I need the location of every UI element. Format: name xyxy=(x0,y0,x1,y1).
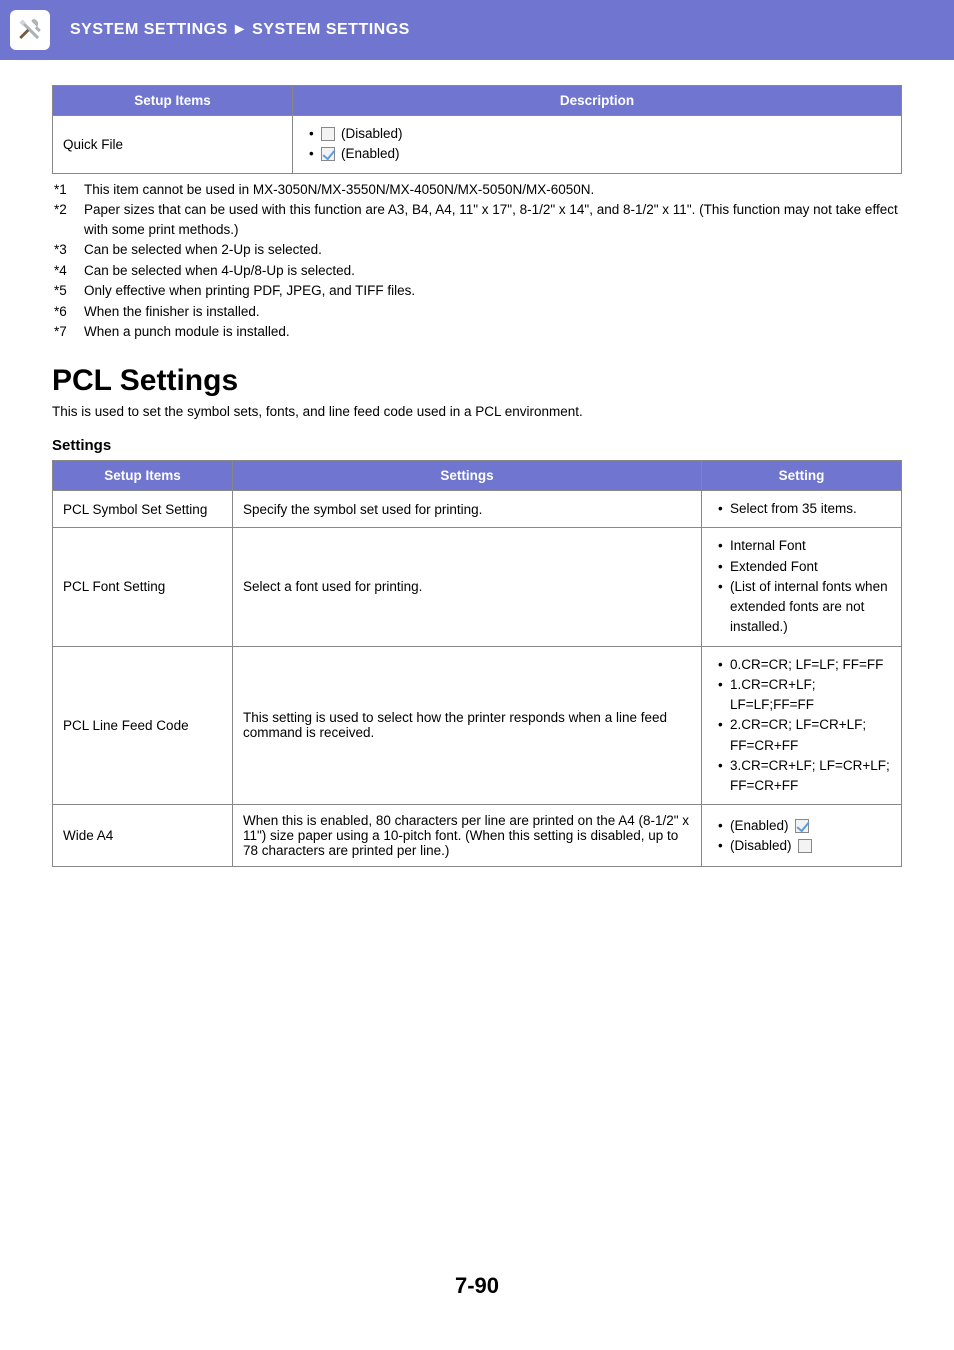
pcl-font-label: PCL Font Setting xyxy=(53,528,233,646)
pcl-settings-title: PCL Settings xyxy=(52,364,902,398)
option-enabled: (Enabled) xyxy=(718,816,891,836)
option-disabled: (Disabled) xyxy=(309,124,891,144)
pcl-settings-intro: This is used to set the symbol sets, fon… xyxy=(52,404,902,419)
breadcrumb: SYSTEM SETTINGS►SYSTEM SETTINGS xyxy=(70,21,410,39)
pcl-font-desc: Select a font used for printing. xyxy=(233,528,702,646)
setting-value: 2.CR=CR; LF=CR+LF; FF=CR+FF xyxy=(718,715,891,756)
tools-icon xyxy=(10,10,50,50)
breadcrumb-part-2: SYSTEM SETTINGS xyxy=(252,21,410,38)
col-description: Description xyxy=(293,86,902,116)
pcl-font-setting: Internal Font Extended Font (List of int… xyxy=(702,528,902,646)
wide-a4-setting: (Enabled) (Disabled) xyxy=(702,805,902,867)
col-settings: Settings xyxy=(233,461,702,491)
fn-marker: *1 xyxy=(54,180,74,200)
option-disabled-label: (Disabled) xyxy=(341,124,403,144)
fn-marker: *2 xyxy=(54,200,74,239)
wide-a4-desc: When this is enabled, 80 characters per … xyxy=(233,805,702,867)
fn-marker: *5 xyxy=(54,281,74,301)
quick-file-options: (Disabled) (Enabled) xyxy=(293,116,902,174)
option-enabled-label: (Enabled) xyxy=(730,816,789,836)
table-row: Wide A4 When this is enabled, 80 charact… xyxy=(53,805,902,867)
wide-a4-label: Wide A4 xyxy=(53,805,233,867)
col-setting: Setting xyxy=(702,461,902,491)
header-bar: SYSTEM SETTINGS►SYSTEM SETTINGS xyxy=(0,0,954,60)
table-row: PCL Line Feed Code This setting is used … xyxy=(53,646,902,805)
option-disabled-label: (Disabled) xyxy=(730,836,792,856)
col-setup-items: Setup Items xyxy=(53,86,293,116)
option-disabled: (Disabled) xyxy=(718,836,891,856)
settings-subheading: Settings xyxy=(52,437,902,454)
setting-value: 1.CR=CR+LF; LF=LF;FF=FF xyxy=(718,675,891,716)
fn-marker: *4 xyxy=(54,261,74,281)
pcl-line-feed-label: PCL Line Feed Code xyxy=(53,646,233,805)
fn-marker: *7 xyxy=(54,322,74,342)
quick-file-label: Quick File xyxy=(53,116,293,174)
fn-text: Paper sizes that can be used with this f… xyxy=(84,200,902,239)
checkbox-checked-icon xyxy=(321,147,335,161)
option-enabled: (Enabled) xyxy=(309,144,891,164)
option-enabled-label: (Enabled) xyxy=(341,144,400,164)
quick-file-table: Setup Items Description Quick File (Disa… xyxy=(52,85,902,174)
fn-text: When the finisher is installed. xyxy=(84,302,260,322)
fn-text: Only effective when printing PDF, JPEG, … xyxy=(84,281,415,301)
page-content: Setup Items Description Quick File (Disa… xyxy=(0,60,954,893)
pcl-line-feed-desc: This setting is used to select how the p… xyxy=(233,646,702,805)
pcl-settings-table: Setup Items Settings Setting PCL Symbol … xyxy=(52,460,902,867)
table-row: Quick File (Disabled) (Enabled) xyxy=(53,116,902,174)
fn-marker: *6 xyxy=(54,302,74,322)
fn-text: Can be selected when 2-Up is selected. xyxy=(84,240,322,260)
pcl-symbol-set-setting: Select from 35 items. xyxy=(702,491,902,528)
setting-value: (List of internal fonts when extended fo… xyxy=(718,577,891,638)
checkbox-checked-icon xyxy=(795,819,809,833)
fn-text: Can be selected when 4-Up/8-Up is select… xyxy=(84,261,355,281)
breadcrumb-arrow-icon: ► xyxy=(232,21,248,39)
table-row: PCL Symbol Set Setting Specify the symbo… xyxy=(53,491,902,528)
checkbox-unchecked-icon xyxy=(798,839,812,853)
table-row: PCL Font Setting Select a font used for … xyxy=(53,528,902,646)
fn-text: This item cannot be used in MX-3050N/MX-… xyxy=(84,180,594,200)
breadcrumb-part-1: SYSTEM SETTINGS xyxy=(70,21,228,38)
fn-text: When a punch module is installed. xyxy=(84,322,290,342)
col-setup-items: Setup Items xyxy=(53,461,233,491)
setting-value: Select from 35 items. xyxy=(718,499,891,519)
setting-value: Internal Font xyxy=(718,536,891,556)
pcl-symbol-set-label: PCL Symbol Set Setting xyxy=(53,491,233,528)
fn-marker: *3 xyxy=(54,240,74,260)
setting-value: 3.CR=CR+LF; LF=CR+LF; FF=CR+FF xyxy=(718,756,891,797)
setting-value: 0.CR=CR; LF=LF; FF=FF xyxy=(718,655,891,675)
checkbox-unchecked-icon xyxy=(321,127,335,141)
footnotes: *1 This item cannot be used in MX-3050N/M… xyxy=(52,180,902,343)
pcl-symbol-set-desc: Specify the symbol set used for printing… xyxy=(233,491,702,528)
pcl-line-feed-setting: 0.CR=CR; LF=LF; FF=FF 1.CR=CR+LF; LF=LF;… xyxy=(702,646,902,805)
setting-value: Extended Font xyxy=(718,557,891,577)
page-number: 7-90 xyxy=(0,1273,954,1319)
